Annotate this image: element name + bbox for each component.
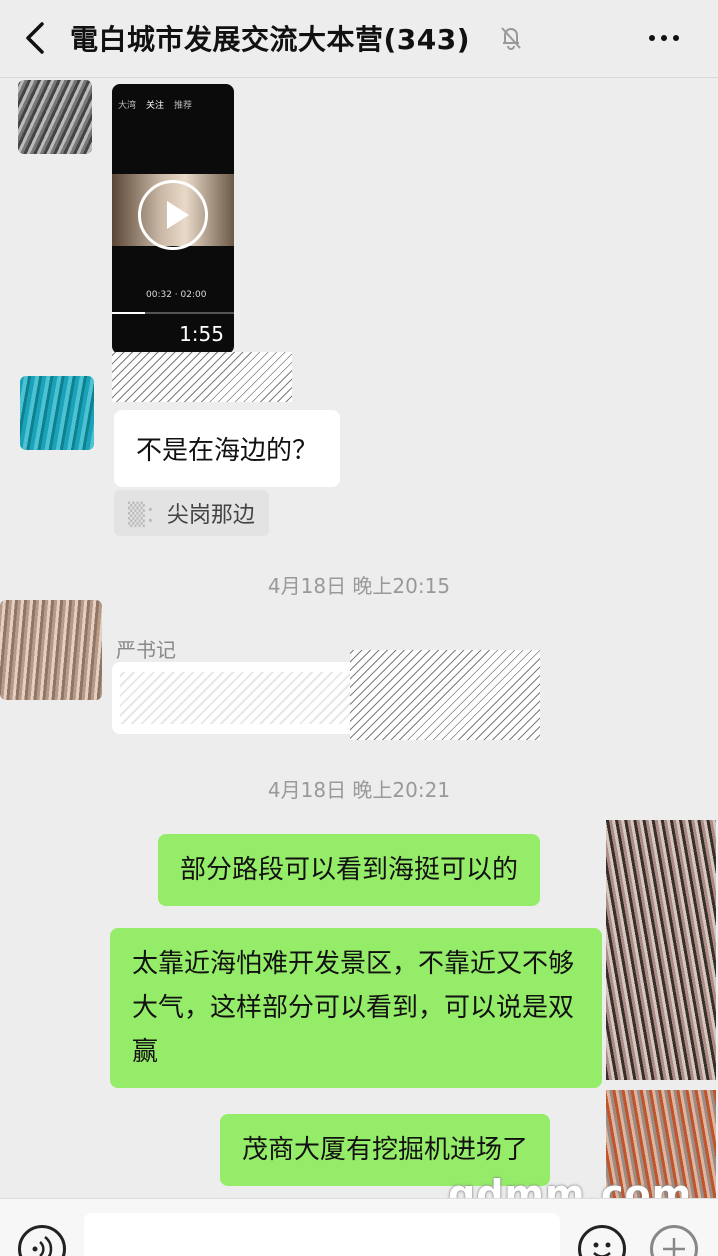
chevron-left-icon[interactable]: [18, 18, 54, 58]
voice-icon[interactable]: [18, 1225, 66, 1256]
sender-name: 严书记: [116, 638, 176, 662]
more-dots-icon[interactable]: [644, 24, 684, 52]
video-progress: [112, 312, 234, 314]
redaction-scribble: [120, 672, 350, 724]
message-bubble-outgoing[interactable]: 部分路段可以看到海挺可以的: [158, 834, 541, 906]
video-tab: 推荐: [174, 101, 193, 111]
video-time: 00:32 · 02:00: [146, 290, 207, 300]
voice-wave-icon: [32, 1236, 53, 1256]
plus-icon[interactable]: [650, 1225, 698, 1256]
redacted-sender-name: [112, 352, 292, 402]
video-message[interactable]: 大湾 关注 推荐 00:32 · 02:00 1:55: [112, 84, 234, 354]
play-icon[interactable]: [138, 180, 208, 250]
add-icon: [663, 1238, 685, 1256]
redaction-scribble: [350, 650, 540, 740]
video-tab: 关注: [146, 101, 165, 111]
video-duration: 1:55: [179, 322, 224, 346]
smiley-icon: [593, 1242, 611, 1256]
message-bubble-outgoing[interactable]: 太靠近海怕难开发景区，不靠近又不够大气，这样部分可以看到，可以说是双赢: [110, 928, 602, 1088]
bell-muted-icon: [501, 27, 521, 50]
quoted-text: 尖岗那边: [166, 503, 255, 528]
video-tab: 大湾: [118, 101, 137, 111]
avatar[interactable]: [18, 80, 92, 154]
input-bar: [0, 1198, 718, 1256]
timestamp: 4月18日 晚上20:15: [267, 574, 451, 598]
quoted-sender-redacted: ▒：: [128, 503, 167, 528]
avatar[interactable]: [20, 376, 94, 450]
message-bubble[interactable]: 不是在海边的？: [114, 410, 341, 487]
avatar[interactable]: [606, 820, 716, 1080]
timestamp: 4月18日 晚上20:21: [267, 778, 451, 802]
video-tabs: 大湾 关注 推荐: [118, 98, 192, 111]
chat-title: 電白城市发展交流大本营(343): [70, 23, 471, 56]
message-input[interactable]: [84, 1213, 560, 1256]
emoji-icon[interactable]: [578, 1225, 626, 1256]
quoted-reply[interactable]: ▒：尖岗那边: [114, 490, 269, 536]
chat-header: 電白城市发展交流大本营(343): [0, 0, 718, 78]
avatar[interactable]: [0, 600, 102, 700]
